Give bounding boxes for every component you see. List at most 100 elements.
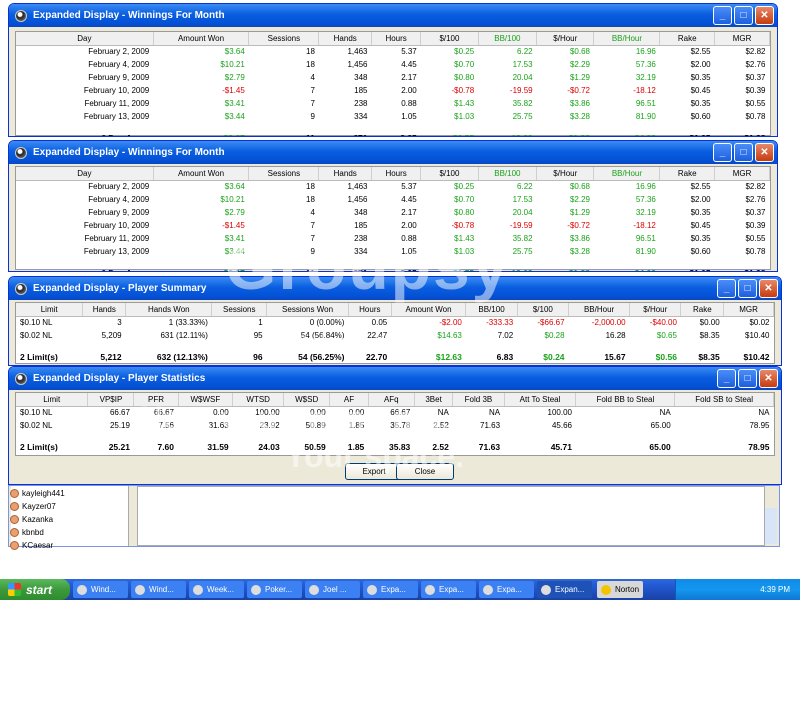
- column-header[interactable]: MGR: [714, 167, 770, 181]
- column-header[interactable]: AF: [329, 393, 369, 407]
- column-header[interactable]: Amount Won: [391, 303, 467, 317]
- table-row[interactable]: February 4, 2009 $10.21 18 1,456 4.45 $0.70 17…: [16, 58, 770, 71]
- table-row[interactable]: February 10, 2009 -$1.45 7 185 2.00 -$0.78 -19…: [16, 219, 770, 232]
- column-header[interactable]: Hours: [348, 303, 392, 317]
- column-header[interactable]: Sessions: [248, 32, 320, 46]
- table-row[interactable]: February 11, 2009 $3.41 7 238 0.88 $1.43 35.82…: [16, 232, 770, 245]
- table-row[interactable]: February 2, 2009 $3.64 18 1,463 5.37 $0.25 6.2…: [16, 45, 770, 58]
- column-header[interactable]: Limit: [16, 393, 89, 407]
- taskbar-item[interactable]: Expa...: [363, 581, 418, 598]
- column-header[interactable]: Fold BB to Steal: [575, 393, 676, 407]
- column-header[interactable]: $/100: [517, 303, 570, 317]
- column-header[interactable]: $/Hour: [536, 167, 595, 181]
- table-row[interactable]: $0.10 NL 66.67 66.67 0.00 100.00 0.00 0.00 66.6…: [16, 406, 774, 419]
- start-button[interactable]: start: [0, 579, 70, 600]
- column-header[interactable]: MGR: [723, 303, 774, 317]
- buddy-item[interactable]: KCaesar: [10, 539, 120, 552]
- taskbar-item[interactable]: Poker...: [247, 581, 302, 598]
- scrollbar[interactable]: [765, 508, 777, 544]
- table-row[interactable]: February 4, 2009 $10.21 18 1,456 4.45 $0.70 17…: [16, 193, 770, 206]
- column-header[interactable]: 3Bet: [414, 393, 454, 407]
- table-row[interactable]: February 13, 2009 $3.44 9 334 1.05 $1.03 25.75…: [16, 245, 770, 258]
- minimize-button[interactable]: _: [713, 6, 732, 25]
- table-cell: $0.60: [690, 247, 711, 256]
- table-row[interactable]: $0.10 NL 3 1 (33.33%) 1 0 (0.00%) 0.05 -$2.00 -…: [16, 316, 774, 329]
- minimize-button[interactable]: _: [713, 143, 732, 162]
- column-header[interactable]: Rake: [659, 167, 716, 181]
- column-header[interactable]: Att To Steal: [504, 393, 577, 407]
- close-button[interactable]: ✕: [759, 279, 778, 298]
- column-header[interactable]: Hands: [318, 167, 372, 181]
- column-header[interactable]: $/Hour: [536, 32, 595, 46]
- buddy-item[interactable]: Kazanka: [10, 513, 120, 526]
- column-header[interactable]: AFq: [368, 393, 415, 407]
- column-header[interactable]: Hours: [371, 167, 422, 181]
- title-bar[interactable]: Expanded Display - Winnings For Month _ …: [9, 4, 777, 27]
- column-header[interactable]: Amount Won: [153, 32, 250, 46]
- column-header[interactable]: Fold SB to Steal: [674, 393, 774, 407]
- taskbar-item[interactable]: Expa...: [421, 581, 476, 598]
- norton-button[interactable]: Norton: [597, 581, 644, 598]
- column-header[interactable]: BB/Hour: [593, 167, 661, 181]
- close-button[interactable]: ✕: [759, 369, 778, 388]
- maximize-button[interactable]: □: [738, 369, 757, 388]
- column-header[interactable]: BB/Hour: [568, 303, 631, 317]
- taskbar-item[interactable]: Expan...: [537, 581, 592, 598]
- minimize-button[interactable]: _: [717, 279, 736, 298]
- table-row[interactable]: February 11, 2009 $3.41 7 238 0.88 $1.43 35.82…: [16, 97, 770, 110]
- minimize-button[interactable]: _: [717, 369, 736, 388]
- column-header[interactable]: $/100: [420, 167, 479, 181]
- column-header[interactable]: VP$IP: [87, 393, 135, 407]
- column-header[interactable]: W$SD: [283, 393, 331, 407]
- table-row[interactable]: February 2, 2009 $3.64 18 1,463 5.37 $0.25 6.2…: [16, 180, 770, 193]
- column-header[interactable]: BB/Hour: [593, 32, 661, 46]
- close-button[interactable]: ✕: [755, 6, 774, 25]
- maximize-button[interactable]: □: [734, 6, 753, 25]
- buddy-item[interactable]: kayleigh441: [10, 487, 120, 500]
- column-header[interactable]: Hours: [371, 32, 422, 46]
- table-row[interactable]: February 9, 2009 $2.79 4 348 2.17 $0.80 20.04 $…: [16, 71, 770, 84]
- taskbar-item[interactable]: Joel ...: [305, 581, 360, 598]
- table-row[interactable]: February 13, 2009 $3.44 9 334 1.05 $1.03 25.75…: [16, 110, 770, 123]
- column-header[interactable]: Sessions: [248, 167, 320, 181]
- column-header[interactable]: $/100: [420, 32, 479, 46]
- taskbar-item[interactable]: Wind...: [131, 581, 186, 598]
- column-header[interactable]: Hands Won: [125, 303, 213, 317]
- column-header[interactable]: $/Hour: [629, 303, 682, 317]
- column-header[interactable]: Rake: [680, 303, 725, 317]
- column-header[interactable]: WTSD: [232, 393, 285, 407]
- column-header[interactable]: Day: [16, 32, 154, 46]
- maximize-button[interactable]: □: [734, 143, 753, 162]
- table-row[interactable]: $0.02 NL 5,209 631 (12.11%) 95 54 (56.84%) 22…: [16, 329, 774, 342]
- column-header[interactable]: Rake: [659, 32, 716, 46]
- close-dialog-button[interactable]: Close: [396, 463, 454, 480]
- export-button[interactable]: Export: [345, 463, 403, 480]
- buddy-item[interactable]: Kayzer07: [10, 500, 120, 513]
- taskbar-item[interactable]: Week...: [189, 581, 244, 598]
- column-header[interactable]: BB/100: [478, 32, 538, 46]
- column-header[interactable]: Limit: [16, 303, 84, 317]
- buddy-item[interactable]: kbnbd: [10, 526, 120, 539]
- table-row[interactable]: February 9, 2009 $2.79 4 348 2.17 $0.80 20.04 $…: [16, 206, 770, 219]
- title-bar[interactable]: Expanded Display - Winnings For Month _ …: [9, 141, 777, 164]
- column-header[interactable]: Hands: [318, 32, 372, 46]
- column-header[interactable]: BB/100: [478, 167, 538, 181]
- column-header[interactable]: Hands: [82, 303, 127, 317]
- taskbar-item[interactable]: Wind...: [73, 581, 128, 598]
- column-header[interactable]: BB/100: [465, 303, 518, 317]
- taskbar-item[interactable]: Expa...: [479, 581, 534, 598]
- column-header[interactable]: Fold 3B: [452, 393, 505, 407]
- column-header[interactable]: PFR: [133, 393, 179, 407]
- column-header[interactable]: MGR: [714, 32, 770, 46]
- column-header[interactable]: Day: [16, 167, 154, 181]
- title-bar[interactable]: Expanded Display - Player Statistics _ □…: [9, 367, 781, 390]
- column-header[interactable]: Sessions Won: [266, 303, 349, 317]
- column-header[interactable]: W$WSF: [178, 393, 234, 407]
- table-row[interactable]: $0.02 NL 25.19 7.56 31.63 23.92 50.89 1.85 35.7…: [16, 419, 774, 432]
- maximize-button[interactable]: □: [738, 279, 757, 298]
- column-header[interactable]: Sessions: [211, 303, 268, 317]
- title-bar[interactable]: Expanded Display - Player Summary _ □ ✕: [9, 277, 781, 300]
- table-row[interactable]: February 10, 2009 -$1.45 7 185 2.00 -$0.78 -19…: [16, 84, 770, 97]
- column-header[interactable]: Amount Won: [153, 167, 250, 181]
- close-button[interactable]: ✕: [755, 143, 774, 162]
